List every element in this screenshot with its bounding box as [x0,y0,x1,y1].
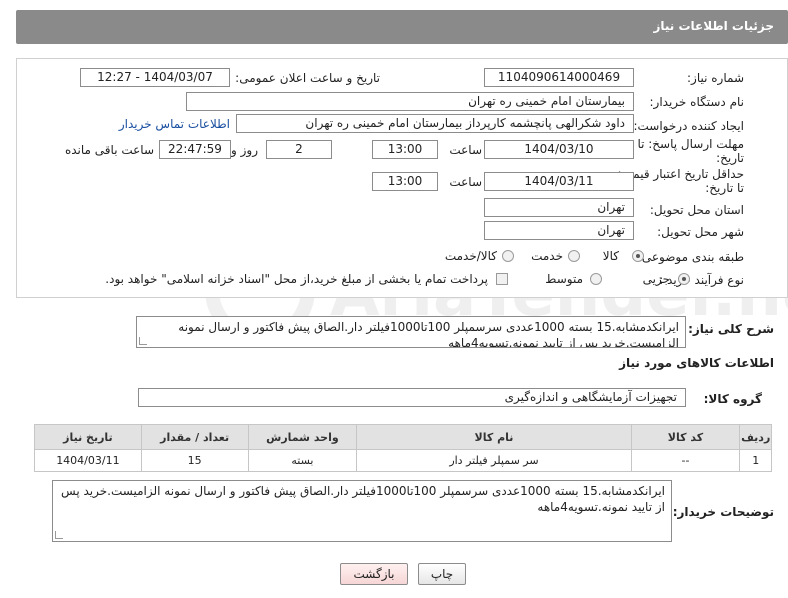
goods-group-label: گروه کالا: [703,392,762,406]
cell-unit: بسته [247,449,358,472]
col-row-header: ردیف [739,424,772,450]
table-row[interactable]: 1 -- سر سمپلر فیلتر دار بسته 15 1404/03/… [34,449,772,472]
price-validity-time-field[interactable]: 13:00 [372,172,438,191]
resize-grip-icon[interactable] [55,531,63,539]
col-code-header: کد کالا [630,424,741,450]
page-title: جزئیات اطلاعات نیاز [653,19,774,33]
buyer-contact-link[interactable]: اطلاعات تماس خریدار [119,117,230,131]
category-goods-label: کالا [602,249,619,263]
price-validity-time-label: ساعت [449,175,482,189]
province-field[interactable]: تهران [484,198,634,217]
description-text: ایرانکدمشابه.15 بسته 1000عددی سرسمپلر 10… [178,320,679,348]
price-validity-label-line2: تا تاریخ: [705,181,744,195]
treasury-payment-checkbox[interactable] [496,273,508,285]
process-radio-medium[interactable] [590,273,602,285]
category-label: طبقه بندی موضوعی: [637,250,744,264]
remaining-days-field[interactable]: 2 [266,140,332,159]
buyer-org-label: نام دستگاه خریدار: [649,95,745,109]
city-label: شهر محل تحویل: [657,225,744,239]
page-header: جزئیات اطلاعات نیاز [16,10,788,44]
category-radio-service[interactable] [568,250,580,262]
col-date-header: تاریخ نیاز [34,424,142,450]
process-medium-label: متوسط [545,272,583,286]
price-validity-date-field[interactable]: 1404/03/11 [484,172,634,191]
category-service-label: خدمت [531,249,563,263]
creator-field[interactable]: داود شکرالهی پانچشمه کارپرداز بیمارستان … [236,114,634,133]
cell-quantity: 15 [140,449,249,472]
col-unit-header: واحد شمارش [247,424,358,450]
category-goods-service-label: کالا/خدمت [444,249,497,263]
buyer-notes-text: ایرانکدمشابه.15 بسته 1000عددی سرسمپلر 10… [61,484,665,514]
goods-table: ردیف کد کالا نام کالا واحد شمارش تعداد /… [34,424,772,472]
category-radio-goods-service[interactable] [502,250,514,262]
description-label: شرح کلی نیاز: [688,322,774,336]
price-validity-label-line1: حداقل تاریخ اعتبار قیمت: [617,167,744,181]
cell-name: سر سمپلر فیلتر دار [356,449,632,472]
need-number-label: شماره نیاز: [687,71,744,85]
process-radio-minor[interactable] [678,273,690,285]
creator-label: ایجاد کننده درخواست: [633,119,744,133]
col-name-header: نام کالا [356,424,632,450]
deadline-time-field[interactable]: 13:00 [372,140,438,159]
back-button[interactable]: بازگشت [340,563,408,585]
process-label: نوع فرآیند خرید : [659,273,744,287]
province-label: استان محل تحویل: [649,203,744,217]
resize-grip-icon[interactable] [139,337,147,345]
buyer-notes-label: توضیحات خریدار: [672,505,774,519]
col-qty-header: تعداد / مقدار [140,424,249,450]
deadline-time-label: ساعت [449,143,482,157]
category-radio-goods[interactable] [632,250,644,262]
remaining-time-field[interactable]: 22:47:59 [159,140,231,159]
deadline-label-line2: تاریخ: [716,151,744,165]
deadline-label-line1: مهلت ارسال پاسخ: تا [637,137,744,151]
announce-date-label: تاریخ و ساعت اعلان عمومی: [235,71,380,85]
deadline-date-field[interactable]: 1404/03/10 [484,140,634,159]
print-button[interactable]: چاپ [418,563,466,585]
cell-row-number: 1 [739,449,772,472]
cell-code: -- [630,449,741,472]
description-textarea[interactable]: ایرانکدمشابه.15 بسته 1000عددی سرسمپلر 10… [136,316,686,348]
treasury-payment-note: پرداخت تمام یا بخشی از مبلغ خرید،از محل … [105,272,488,286]
need-number-field[interactable]: 1104090614000469 [484,68,634,87]
remaining-time-label: ساعت باقی مانده [64,143,154,157]
table-header-row: ردیف کد کالا نام کالا واحد شمارش تعداد /… [34,424,772,450]
buyer-notes-textarea[interactable]: ایرانکدمشابه.15 بسته 1000عددی سرسمپلر 10… [52,480,672,542]
goods-section-title: اطلاعات کالاهای مورد نیاز [619,356,774,370]
buyer-org-field[interactable]: بیمارستان امام خمینی ره تهران [186,92,634,111]
days-label: روز و [231,143,258,157]
cell-need-date: 1404/03/11 [34,449,142,472]
city-field[interactable]: تهران [484,221,634,240]
announce-date-field[interactable]: 1404/03/07 - 12:27 [80,68,230,87]
goods-group-field[interactable]: تجهیزات آزمایشگاهی و اندازه‌گیری [138,388,686,407]
process-minor-label: جزیی [642,272,670,286]
